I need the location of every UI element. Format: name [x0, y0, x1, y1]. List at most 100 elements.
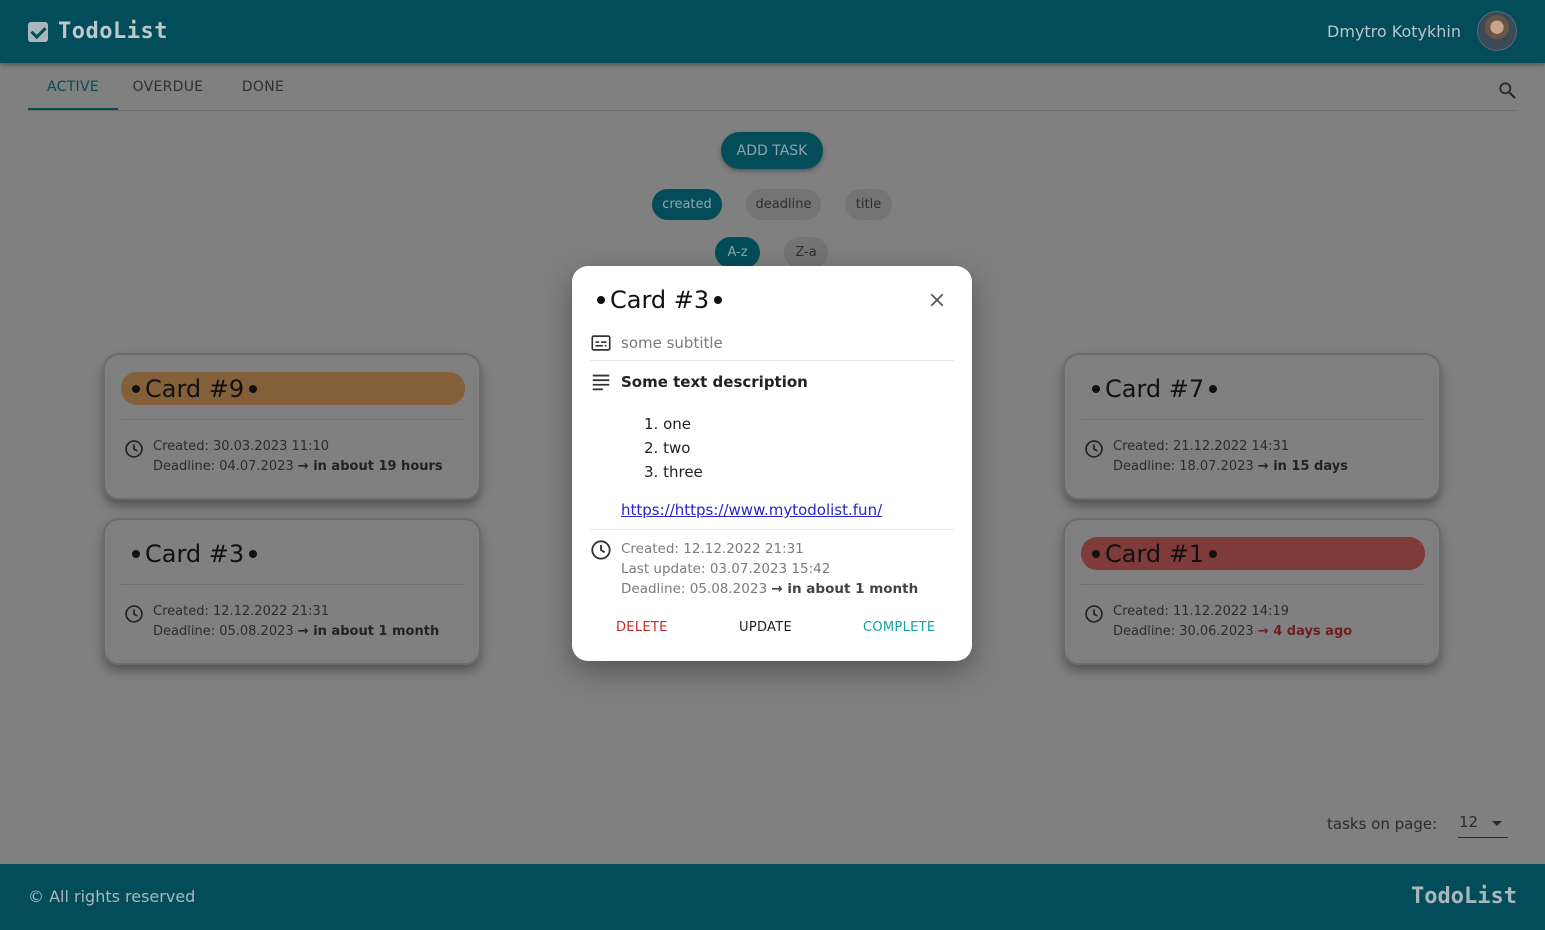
copyright-text: © All rights reserved — [28, 887, 196, 906]
caret-down-icon — [1492, 821, 1502, 826]
list-number: 2. — [644, 439, 659, 457]
list-text: one — [663, 415, 692, 433]
deadline-line: Deadline: 05.08.2023 → in about 1 month — [621, 579, 918, 599]
bullet-dot — [714, 296, 723, 304]
card-dates: Created: 11.12.2022 14:19 Deadline: 30.0… — [1113, 602, 1352, 642]
deadline-date: Deadline: 18.07.2023 — [1113, 459, 1254, 474]
deadline-relative: → in about 1 month — [771, 581, 919, 597]
list-number: 1. — [644, 415, 659, 433]
bullet-dot — [1092, 384, 1100, 393]
deadline-line: Deadline: 30.06.2023 → 4 days ago — [1113, 622, 1352, 642]
deadline-date: Deadline: 30.06.2023 — [1113, 624, 1254, 639]
list-item: 1. one — [644, 412, 703, 436]
divider — [590, 360, 954, 361]
dialog-description: Some text description — [621, 373, 808, 391]
footer-brand: TodoList — [1411, 884, 1517, 909]
avatar[interactable] — [1477, 11, 1517, 51]
created-date: Created: 12.12.2022 21:31 — [153, 604, 329, 619]
deadline-line: Deadline: 04.07.2023 → in about 19 hours — [153, 457, 443, 477]
brand[interactable]: TodoList — [28, 19, 168, 44]
divider — [1081, 584, 1425, 585]
card-title-text: Card #7 — [1105, 374, 1205, 403]
active-tab-indicator — [28, 108, 118, 110]
close-icon[interactable] — [928, 291, 946, 309]
deadline-line: Deadline: 05.08.2023 → in about 1 month — [153, 622, 439, 642]
deadline-relative: → in about 19 hours — [297, 459, 443, 474]
task-card[interactable]: Card #1 Created: 11.12.2022 14:19 Deadli… — [1063, 518, 1441, 665]
tasks-per-page-select[interactable]: 12 — [1458, 808, 1508, 838]
list-text: two — [663, 439, 691, 457]
dialog-title-text: Card #3 — [610, 286, 710, 314]
app-header: TodoList Dmytro Kotykhin — [0, 0, 1545, 63]
notes-icon — [592, 374, 610, 391]
sort-deadline-chip[interactable]: deadline — [746, 189, 821, 220]
update-button[interactable]: UPDATE — [739, 620, 792, 635]
dialog-title: Card #3 — [592, 286, 727, 314]
clock-icon — [125, 440, 143, 458]
tab-overdue[interactable]: OVERDUE — [126, 63, 210, 111]
bullet-dot — [1209, 384, 1218, 393]
deadline-date: Deadline: 04.07.2023 — [153, 459, 294, 474]
tab-active[interactable]: ACTIVE — [28, 63, 118, 111]
deadline-date: Deadline: 05.08.2023 — [621, 581, 768, 597]
clock-icon — [591, 540, 611, 560]
created-date: Created: 12.12.2022 21:31 — [621, 541, 804, 557]
sort-title-chip[interactable]: title — [845, 189, 892, 220]
card-dates: Created: 12.12.2022 21:31 Deadline: 05.0… — [153, 602, 439, 642]
card-title: Card #3 — [121, 537, 465, 570]
list-item: 2. two — [644, 436, 703, 460]
bullet-dot — [1092, 549, 1100, 558]
created-date: Created: 11.12.2022 14:19 — [1113, 604, 1289, 619]
created-date: Created: 21.12.2022 14:31 — [1113, 439, 1289, 454]
delete-button[interactable]: DELETE — [616, 620, 668, 635]
tab-done[interactable]: DONE — [232, 63, 294, 111]
deadline-relative: → in about 1 month — [297, 624, 440, 639]
task-card[interactable]: Card #7 Created: 21.12.2022 14:31 Deadli… — [1063, 353, 1441, 500]
task-card[interactable]: Card #9 Created: 30.03.2023 11:10 Deadli… — [103, 353, 481, 500]
bullet-dot — [132, 384, 140, 393]
add-task-button[interactable]: ADD TASK — [721, 132, 823, 169]
order-asc-chip[interactable]: A-z — [715, 237, 760, 268]
card-dates: Created: 21.12.2022 14:31 Deadline: 18.0… — [1113, 437, 1348, 477]
search-icon[interactable] — [1497, 80, 1517, 100]
card-title: Card #7 — [1081, 372, 1425, 405]
card-title: Card #9 — [121, 372, 465, 405]
user-name: Dmytro Kotykhin — [1327, 21, 1461, 41]
card-title: Card #1 — [1081, 537, 1425, 570]
complete-button[interactable]: COMPLETE — [863, 620, 935, 635]
deadline-relative-overdue: → 4 days ago — [1257, 624, 1353, 639]
deadline-line: Deadline: 18.07.2023 → in 15 days — [1113, 457, 1348, 477]
card-dates: Created: 30.03.2023 11:10 Deadline: 04.0… — [153, 437, 443, 477]
tasks-per-page-label: tasks on page: — [1327, 815, 1438, 833]
app-footer: © All rights reserved TodoList — [0, 864, 1545, 930]
divider — [1081, 419, 1425, 420]
card-title-text: Card #3 — [145, 539, 245, 568]
clock-icon — [1085, 440, 1103, 458]
tab-bar: ACTIVE OVERDUE DONE — [28, 63, 1517, 111]
task-detail-dialog: Card #3 some subtitle Some text descript… — [572, 266, 972, 661]
check-square-icon — [28, 21, 48, 42]
brand-name: TodoList — [58, 19, 168, 44]
last-update-date: Last update: 03.07.2023 15:42 — [621, 561, 831, 577]
card-title-text: Card #1 — [1105, 539, 1205, 568]
order-desc-chip[interactable]: Z-a — [784, 237, 828, 268]
card-title-text: Card #9 — [145, 374, 245, 403]
divider — [590, 529, 954, 530]
bullet-dot — [249, 384, 258, 393]
dialog-dates: Created: 12.12.2022 21:31 Last update: 0… — [621, 539, 918, 599]
list-text: three — [663, 463, 703, 481]
deadline-relative: → in 15 days — [1257, 459, 1348, 474]
description-link[interactable]: https://https://www.mytodolist.fun/ — [621, 501, 882, 519]
sort-created-chip[interactable]: created — [652, 189, 722, 220]
divider — [121, 584, 465, 585]
user-menu[interactable]: Dmytro Kotykhin — [1327, 11, 1517, 51]
list-item: 3. three — [644, 460, 703, 484]
clock-icon — [1085, 605, 1103, 623]
subtitles-icon — [591, 335, 611, 351]
bullet-dot — [249, 549, 258, 558]
bullet-dot — [132, 549, 140, 558]
dialog-subtitle: some subtitle — [621, 334, 723, 352]
clock-icon — [125, 605, 143, 623]
bullet-dot — [597, 296, 605, 304]
task-card[interactable]: Card #3 Created: 12.12.2022 21:31 Deadli… — [103, 518, 481, 665]
